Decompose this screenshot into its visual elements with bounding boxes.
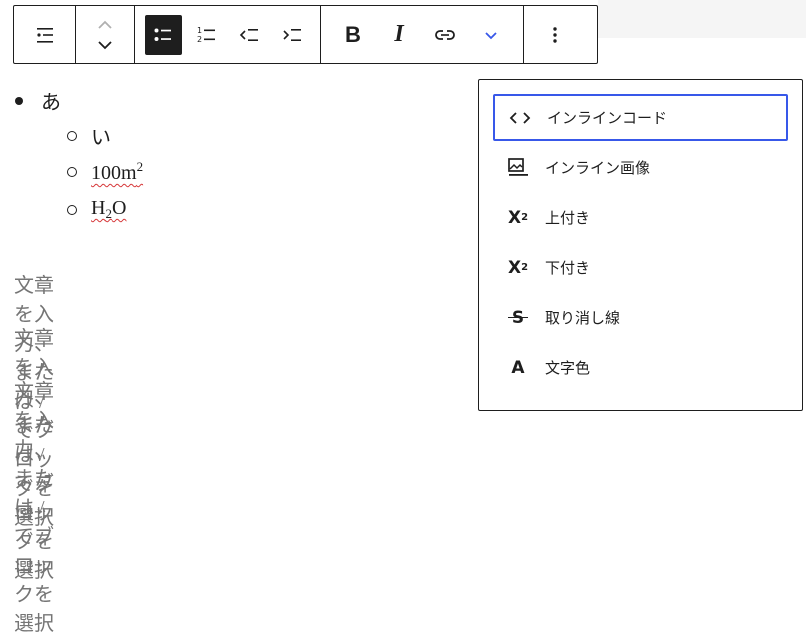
paragraph-list-icon — [36, 27, 53, 43]
paragraph-placeholder[interactable]: 文章を入力、または / でブロックを選択 — [14, 375, 54, 636]
superscript-icon: X2 — [507, 207, 529, 228]
menu-item-text-color[interactable]: A 文字色 — [493, 344, 788, 391]
subscript-post: O — [111, 197, 127, 219]
move-down-icon[interactable] — [95, 35, 115, 55]
menu-item-label: 下付き — [545, 259, 591, 277]
superscript-base: 100m — [91, 162, 137, 184]
numbered-list-icon: 1 2 — [197, 26, 216, 44]
block-toolbar: 1 2 B I — [13, 5, 598, 64]
italic-button[interactable]: I — [379, 15, 419, 55]
options-button[interactable] — [535, 15, 575, 55]
outdent-button[interactable] — [231, 15, 268, 55]
list-item[interactable]: あ — [15, 86, 61, 115]
more-formats-menu: インラインコード インライン画像 X2 上付き X2 下付き S 取り消し線 A… — [478, 79, 803, 411]
options-group — [524, 6, 586, 63]
nested-list-item[interactable]: H2O — [67, 197, 126, 222]
menu-item-label: 取り消し線 — [545, 309, 621, 327]
link-icon — [435, 29, 455, 40]
move-up-icon[interactable] — [95, 15, 115, 35]
bold-icon: B — [345, 21, 361, 47]
menu-item-label: 文字色 — [545, 359, 591, 377]
menu-item-label: 上付き — [545, 209, 591, 227]
format-tools-group: B I — [321, 6, 524, 63]
block-mover-group — [76, 6, 135, 63]
menu-item-subscript[interactable]: X2 下付き — [493, 244, 788, 291]
block-type-group — [14, 6, 76, 63]
strikethrough-icon: S — [505, 306, 531, 330]
nested-item-text: 100m2 — [91, 159, 143, 185]
bullet-circle — [67, 130, 77, 141]
subscript-pre: H — [91, 197, 106, 219]
image-icon — [505, 156, 531, 180]
menu-item-inline-code[interactable]: インラインコード — [493, 94, 788, 141]
bullet-list-icon — [154, 28, 172, 41]
indent-icon — [283, 28, 301, 41]
chevron-down-icon — [485, 31, 497, 39]
bullet-circle — [67, 204, 77, 215]
bullet-disc — [15, 96, 23, 105]
menu-item-strikethrough[interactable]: S 取り消し線 — [493, 294, 788, 341]
nested-list-item[interactable]: 100m2 — [67, 159, 143, 185]
more-vertical-icon — [553, 26, 557, 43]
ordered-list-button[interactable]: 1 2 — [188, 15, 225, 55]
nested-list-item[interactable]: い — [67, 121, 111, 150]
menu-item-label: インライン画像 — [545, 159, 651, 177]
outdent-icon — [239, 28, 258, 41]
text-color-icon: A — [511, 357, 525, 378]
bullet-circle — [67, 167, 77, 177]
more-formats-button[interactable] — [471, 15, 511, 55]
italic-icon: I — [394, 21, 404, 47]
block-type-button[interactable] — [25, 15, 64, 55]
code-icon — [507, 106, 533, 130]
editor-top-area — [598, 0, 806, 38]
menu-item-superscript[interactable]: X2 上付き — [493, 194, 788, 241]
ordered-number-2: 2 — [197, 35, 202, 44]
subscript-icon: X2 — [507, 257, 529, 278]
bold-button[interactable]: B — [333, 15, 373, 55]
link-button[interactable] — [425, 15, 465, 55]
indent-button[interactable] — [273, 15, 310, 55]
superscript-text: 2 — [136, 159, 144, 174]
unordered-list-button[interactable] — [145, 14, 182, 55]
menu-item-label: インラインコード — [547, 109, 668, 127]
nested-item-text: い — [91, 127, 111, 149]
list-item-text: あ — [41, 92, 61, 114]
menu-item-inline-image[interactable]: インライン画像 — [493, 144, 788, 191]
list-tools-group: 1 2 — [135, 6, 321, 63]
nested-item-text: H2O — [91, 197, 126, 222]
ordered-number-1: 1 — [197, 26, 202, 35]
